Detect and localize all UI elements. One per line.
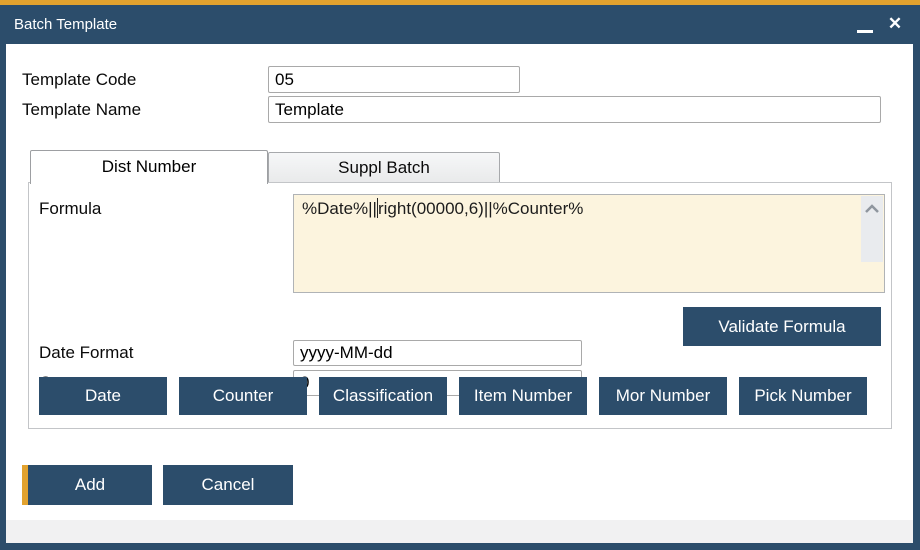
date-format-label: Date Format	[39, 339, 133, 367]
formula-label: Formula	[39, 195, 101, 223]
template-name-label: Template Name	[22, 96, 141, 124]
validate-formula-button[interactable]: Validate Formula	[683, 307, 881, 346]
token-button-pick-number[interactable]: Pick Number	[739, 377, 867, 415]
chevron-up-icon	[864, 204, 880, 214]
title-bar: Batch Template ✕	[0, 5, 920, 44]
token-button-counter[interactable]: Counter	[179, 377, 307, 415]
dialog-content: Template Code Template Name Dist Number …	[6, 44, 913, 543]
template-code-input[interactable]	[268, 66, 520, 93]
tab-dist-number[interactable]: Dist Number	[30, 150, 268, 184]
token-button-date[interactable]: Date	[39, 377, 167, 415]
cancel-button[interactable]: Cancel	[163, 465, 293, 505]
formula-text-after-caret: right(00000,6)||%Counter%	[378, 199, 583, 218]
template-code-label: Template Code	[22, 66, 136, 94]
token-button-item-number[interactable]: Item Number	[459, 377, 587, 415]
dist-number-panel: Formula %Date%||right(00000,6)||%Counter…	[28, 182, 892, 429]
batch-template-window: Batch Template ✕ Template Code Template …	[0, 0, 920, 550]
formula-scrollbar[interactable]	[861, 196, 883, 262]
minimize-icon	[857, 30, 873, 33]
add-button[interactable]: Add	[22, 465, 152, 505]
template-name-input[interactable]	[268, 96, 881, 123]
window-footer-strip	[6, 520, 913, 543]
token-button-mor-number[interactable]: Mor Number	[599, 377, 727, 415]
formula-text-before-caret: %Date%||	[302, 199, 377, 218]
close-button[interactable]: ✕	[882, 11, 908, 37]
tab-suppl-batch[interactable]: Suppl Batch	[268, 152, 500, 183]
formula-textarea[interactable]: %Date%||right(00000,6)||%Counter%	[293, 194, 885, 293]
date-format-input[interactable]	[293, 340, 582, 366]
token-button-classification[interactable]: Classification	[319, 377, 447, 415]
minimize-button[interactable]	[852, 11, 878, 37]
window-title: Batch Template	[14, 5, 117, 44]
close-icon: ✕	[882, 11, 908, 37]
